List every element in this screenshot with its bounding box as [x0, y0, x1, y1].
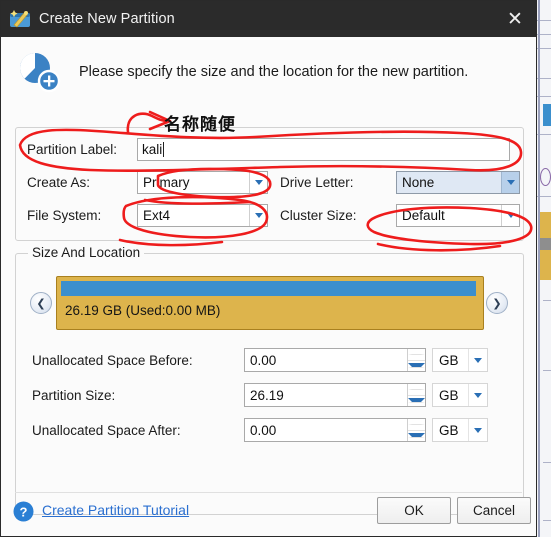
- drive-letter-dropdown[interactable]: None: [396, 171, 520, 194]
- partition-size-label: Partition Size:: [32, 387, 116, 403]
- unallocated-before-stepper[interactable]: [407, 349, 425, 371]
- stepper-up-icon[interactable]: [408, 419, 425, 431]
- create-as-dropdown[interactable]: Primary: [137, 171, 268, 194]
- bg-decoration: [540, 168, 551, 186]
- chevron-down-icon[interactable]: [249, 205, 267, 226]
- partition-used-fill: [61, 281, 476, 296]
- stepper-up-icon[interactable]: [408, 349, 425, 361]
- create-new-partition-dialog: Create New Partition ✕ Please specify th…: [0, 0, 537, 537]
- size-and-location-legend: Size And Location: [28, 245, 145, 260]
- new-partition-pie-icon: [15, 49, 61, 95]
- unallocated-before-row: Unallocated Space Before: 0.00 GB: [32, 348, 488, 372]
- stepper-down-icon[interactable]: [408, 396, 425, 407]
- dialog-title: Create New Partition: [39, 11, 175, 27]
- unallocated-after-row: Unallocated Space After: 0.00 GB: [32, 418, 488, 442]
- bg-decoration: [543, 520, 551, 521]
- close-icon[interactable]: ✕: [500, 4, 530, 34]
- bg-decoration: [540, 250, 551, 280]
- cluster-size-dropdown[interactable]: Default: [396, 204, 520, 227]
- create-as-label: Create As:: [27, 175, 91, 190]
- unallocated-before-label: Unallocated Space Before:: [32, 352, 193, 368]
- file-system-label: File System:: [27, 208, 102, 223]
- partition-size-unit: GB: [439, 387, 459, 403]
- stepper-down-icon[interactable]: [408, 361, 425, 372]
- chevron-down-icon[interactable]: [468, 419, 487, 441]
- chevron-left-icon[interactable]: ❮: [30, 292, 52, 314]
- dialog-body: Please specify the size and the location…: [1, 37, 536, 536]
- chevron-down-icon[interactable]: [501, 172, 519, 193]
- partition-size-input[interactable]: 26.19: [244, 383, 426, 407]
- partition-size-unit-dropdown[interactable]: GB: [432, 383, 488, 407]
- unallocated-before-unit-dropdown[interactable]: GB: [432, 348, 488, 372]
- unallocated-before-unit: GB: [439, 352, 459, 368]
- basic-settings-group: Partition Label: kali Create As: Primary…: [15, 127, 524, 241]
- cancel-button[interactable]: Cancel: [457, 497, 531, 524]
- unallocated-after-unit: GB: [439, 422, 459, 438]
- text-caret: [163, 142, 165, 157]
- stepper-up-icon[interactable]: [408, 384, 425, 396]
- chinese-annotation-note: 名称随便: [164, 115, 236, 135]
- svg-text:?: ?: [20, 504, 28, 519]
- partition-size-value: 26.19: [250, 387, 284, 403]
- chevron-down-icon[interactable]: [468, 349, 487, 371]
- file-system-value: Ext4: [143, 208, 171, 223]
- intro-text: Please specify the size and the location…: [79, 64, 469, 80]
- chevron-down-icon[interactable]: [468, 384, 487, 406]
- unallocated-before-value: 0.00: [250, 352, 277, 368]
- dialog-intro: Please specify the size and the location…: [15, 49, 468, 95]
- chevron-right-icon[interactable]: ❯: [486, 292, 508, 314]
- partition-label-row: Partition Label: kali: [27, 138, 510, 161]
- partition-size-stepper[interactable]: [407, 384, 425, 406]
- cluster-size-label: Cluster Size:: [280, 208, 357, 223]
- bg-decoration: [543, 462, 551, 463]
- partition-label-input[interactable]: kali: [137, 138, 510, 161]
- partition-label-value: kali: [142, 142, 163, 157]
- bg-decoration: [538, 0, 540, 537]
- cluster-size-value: Default: [402, 208, 445, 223]
- bg-decoration: [543, 300, 551, 301]
- stepper-down-icon[interactable]: [408, 431, 425, 442]
- file-system-row: File System: Ext4 Cluster Size: Default: [27, 204, 520, 227]
- dialog-titlebar: Create New Partition ✕: [1, 1, 536, 37]
- partition-bar-area: ❮ 26.19 GB (Used:0.00 MB) ❯: [30, 276, 508, 332]
- unallocated-after-stepper[interactable]: [407, 419, 425, 441]
- bg-decoration: [540, 212, 551, 238]
- unallocated-before-input[interactable]: 0.00: [244, 348, 426, 372]
- partition-label-label: Partition Label:: [27, 142, 118, 157]
- create-partition-tutorial-link[interactable]: Create Partition Tutorial: [42, 502, 189, 518]
- partition-size-row: Partition Size: 26.19 GB: [32, 383, 488, 407]
- create-as-row: Create As: Primary Drive Letter: None: [27, 171, 520, 194]
- partition-block[interactable]: 26.19 GB (Used:0.00 MB): [56, 276, 484, 330]
- drive-letter-label: Drive Letter:: [280, 175, 354, 190]
- footer-divider: [15, 492, 522, 493]
- chevron-down-icon[interactable]: [249, 172, 267, 193]
- bg-decoration: [543, 104, 551, 126]
- ok-button[interactable]: OK: [377, 497, 451, 524]
- drive-letter-value: None: [402, 175, 435, 190]
- file-system-dropdown[interactable]: Ext4: [137, 204, 268, 227]
- size-and-location-group: Size And Location ❮ 26.19 GB (Used:0.00 …: [15, 245, 524, 515]
- partition-bar-label: 26.19 GB (Used:0.00 MB): [65, 303, 221, 318]
- help-question-icon[interactable]: ?: [13, 501, 34, 522]
- chevron-down-icon[interactable]: [501, 205, 519, 226]
- partition-wizard-icon: [9, 8, 31, 30]
- unallocated-after-label: Unallocated Space After:: [32, 422, 181, 438]
- bg-decoration: [543, 370, 551, 371]
- create-as-value: Primary: [143, 175, 190, 190]
- unallocated-after-value: 0.00: [250, 422, 277, 438]
- unallocated-after-input[interactable]: 0.00: [244, 418, 426, 442]
- bg-decoration: [540, 238, 551, 250]
- unallocated-after-unit-dropdown[interactable]: GB: [432, 418, 488, 442]
